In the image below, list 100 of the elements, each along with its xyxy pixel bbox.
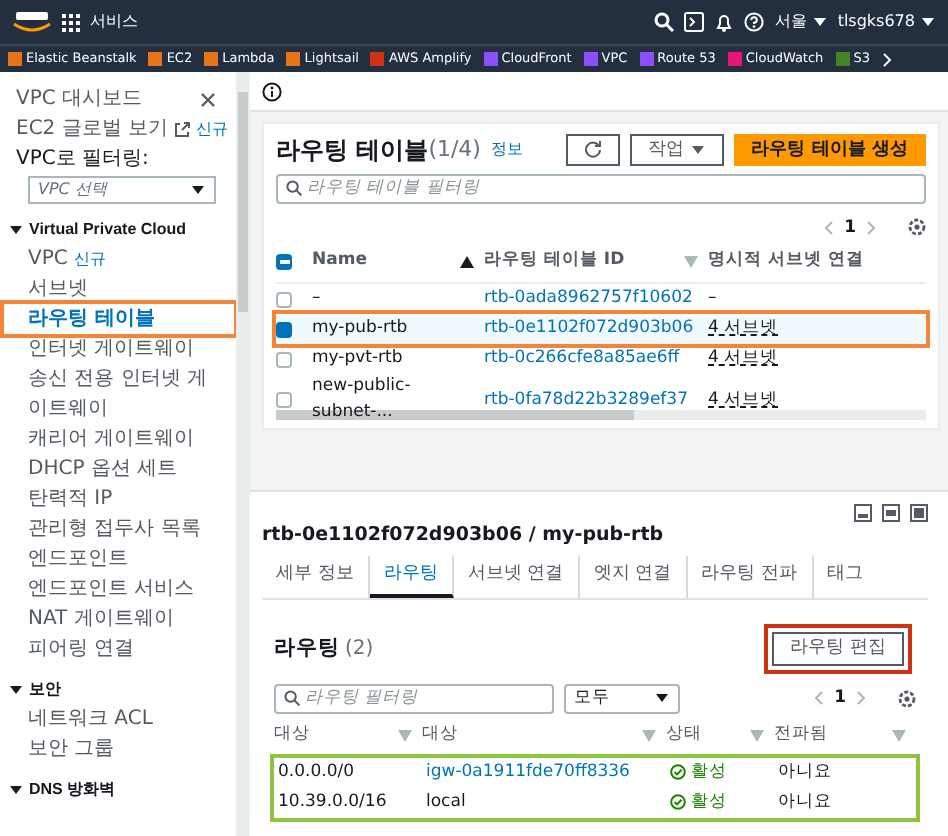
caret-icon: [654, 690, 670, 707]
info-icon[interactable]: [262, 81, 282, 101]
nav-link[interactable]: DHCP 옵션 세트: [16, 454, 178, 484]
scrollbar-thumb[interactable]: [238, 92, 248, 312]
panel-title: 라우팅 테이블: [276, 134, 429, 168]
section-header[interactable]: 보안: [8, 674, 236, 704]
split-side-icon[interactable]: [882, 503, 900, 522]
nav-link[interactable]: 피어링 연결: [16, 634, 135, 664]
caret-icon: [920, 14, 936, 30]
column-header[interactable]: 대상: [422, 722, 458, 749]
target-cell: local: [426, 789, 466, 816]
subnet-count[interactable]: 4 서브넷: [708, 346, 926, 373]
status-text: 활성: [691, 789, 727, 816]
nav-link[interactable]: 관리형 접두사 목록: [16, 514, 201, 544]
selected-row[interactable]: my-pub-rtb rtb-0e1102f072d903b06 4 서브넷: [276, 314, 926, 345]
caret-icon: [190, 182, 206, 198]
refresh-button[interactable]: [566, 133, 621, 167]
row-checkbox[interactable]: [276, 321, 292, 338]
settings-icon[interactable]: [898, 689, 916, 708]
settings-icon[interactable]: [908, 218, 926, 237]
fullscreen-icon[interactable]: [910, 503, 928, 522]
info-link[interactable]: 정보: [490, 138, 523, 162]
new-label: 신규: [196, 117, 229, 141]
edit-routes-button[interactable]: 라우팅 편집: [772, 632, 904, 666]
filter-label: VPC로 필터링:: [16, 146, 149, 174]
destination-cell-text: 0.0.0.0/0: [278, 759, 357, 786]
terminal-icon[interactable]: [684, 12, 705, 32]
grid-menu-icon[interactable]: [62, 13, 80, 31]
destination-cell-text: 10.39.0.0/16: [278, 789, 389, 816]
row-checkbox[interactable]: [276, 351, 292, 368]
search-icon: [286, 180, 302, 196]
nav-link[interactable]: 라우팅 테이블: [4, 304, 234, 334]
success-icon: [670, 794, 686, 811]
section-header[interactable]: Virtual Private Cloud: [8, 214, 236, 244]
tab[interactable]: 태그: [813, 555, 877, 598]
table-id-link[interactable]: rtb-0c266cfe8a85ae6ff: [484, 346, 708, 373]
name-cell-text: –: [312, 286, 323, 313]
account-menu[interactable]: tlsgks678: [837, 10, 936, 34]
nav-link[interactable]: 송신 전용 인터넷 게이트웨이: [16, 364, 220, 424]
column-header[interactable]: 명시적 서브넷 연결: [708, 248, 864, 275]
nav-link[interactable]: 엔드포인트 서비스: [16, 574, 195, 604]
nav-link[interactable]: 서브넷: [16, 274, 88, 304]
tab[interactable]: 서브넷 연결: [453, 555, 580, 598]
success-icon: [670, 764, 686, 781]
bell-icon[interactable]: [714, 12, 735, 32]
split-bottom-icon[interactable]: [854, 503, 872, 522]
nav-link[interactable]: 탄력적 IP: [16, 484, 113, 514]
external-link-icon[interactable]: [174, 121, 191, 137]
propagated-cell-text: 아니요: [778, 789, 834, 816]
page-number[interactable]: 1: [834, 685, 846, 712]
column-header[interactable]: 대상: [274, 722, 310, 749]
table-id-link[interactable]: rtb-0ada8962757f10602: [484, 286, 708, 313]
new-label: 신규: [73, 247, 106, 271]
row-checkbox[interactable]: [276, 291, 292, 308]
detail-title: rtb-0e1102f072d903b06 / my-pub-rtb: [262, 521, 666, 550]
page-number[interactable]: 1: [844, 215, 856, 241]
nav-link[interactable]: 인터넷 게이트웨이: [16, 334, 195, 364]
propagated-cell-text: 아니요: [778, 759, 834, 786]
caret-icon: [689, 141, 706, 158]
tab[interactable]: 라우팅: [369, 555, 454, 598]
column-header[interactable]: 라우팅 테이블 ID: [484, 248, 625, 275]
vpc-select[interactable]: VPC 선택: [28, 176, 216, 204]
tab[interactable]: 라우팅 전파: [687, 555, 813, 598]
section-header[interactable]: DNS 방화벽: [8, 774, 236, 804]
route-count: (2): [345, 635, 374, 664]
tab[interactable]: 엣지 연결: [579, 555, 688, 598]
column-header[interactable]: 상태: [666, 722, 702, 749]
close-icon[interactable]: [200, 91, 216, 107]
nav-link[interactable]: VPC: [16, 244, 68, 274]
create-button[interactable]: 라우팅 테이블 생성: [733, 133, 926, 167]
search-icon[interactable]: [654, 12, 675, 32]
filter-select[interactable]: 모두: [564, 683, 680, 714]
nav-link[interactable]: 네트워크 ACL: [16, 704, 153, 734]
target-link[interactable]: igw-0a1911fde70ff8336: [426, 759, 630, 786]
region-menu[interactable]: 서울: [774, 10, 828, 34]
nav-link[interactable]: 캐리어 게이트웨이: [16, 424, 195, 454]
nav-link[interactable]: VPC 대시보드: [16, 84, 143, 114]
search-icon: [284, 690, 300, 707]
subnet-count[interactable]: 4 서브넷: [708, 316, 926, 343]
nav-link[interactable]: EC2 글로벌 보기: [16, 114, 169, 144]
nav-link[interactable]: NAT 게이트웨이: [16, 604, 174, 634]
table-id-link[interactable]: rtb-0fa78d22b3289ef37: [484, 387, 708, 413]
nav-link[interactable]: 엔드포인트: [16, 544, 128, 574]
routes-title: 라우팅: [274, 633, 340, 664]
help-icon[interactable]: [744, 12, 765, 32]
sort-ascending-icon[interactable]: [460, 255, 474, 268]
select-all-checkbox[interactable]: [276, 253, 292, 270]
column-header[interactable]: 전파됨: [774, 722, 828, 749]
aws-logo-icon[interactable]: [12, 10, 52, 34]
table-id-link[interactable]: rtb-0e1102f072d903b06: [484, 316, 708, 343]
caret-icon: [811, 14, 828, 30]
subnet-count[interactable]: 4 서브넷: [708, 387, 926, 413]
column-header[interactable]: Name: [312, 248, 367, 275]
row-checkbox[interactable]: [276, 392, 292, 408]
actions-button[interactable]: 작업: [630, 133, 724, 167]
name-cell-text: my-pub-rtb: [312, 316, 410, 343]
tab[interactable]: 세부 정보: [262, 555, 370, 598]
name-cell-text: new-public-subnet-...: [312, 374, 413, 426]
nav-link[interactable]: 보안 그룹: [16, 734, 115, 764]
services-menu[interactable]: 서비스: [90, 10, 138, 34]
